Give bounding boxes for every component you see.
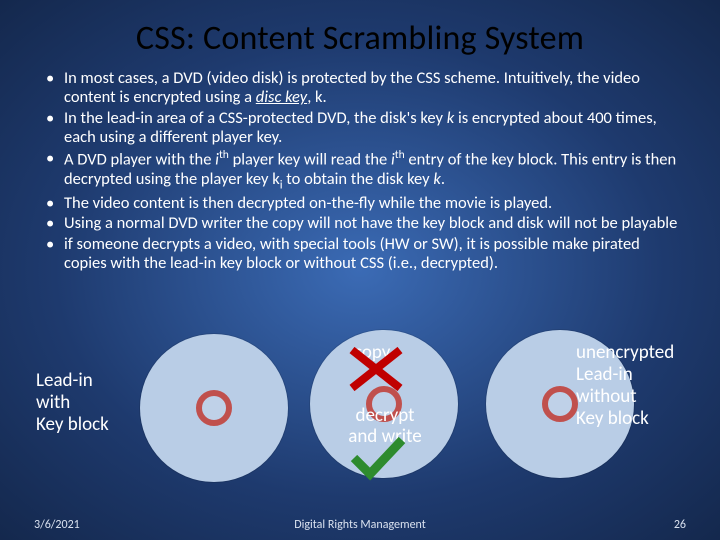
bullet-text: The video content is then decrypted on-t… — [64, 193, 552, 213]
label-leadin-with-keyblock: Lead-in with Key block — [36, 370, 146, 436]
disc-hub — [196, 390, 232, 426]
slide: CSS: Content Scrambling System In most c… — [0, 0, 720, 540]
list-item: In most cases, a DVD (video disk) is pro… — [40, 69, 680, 108]
footer-date: 3/6/2021 — [34, 518, 80, 532]
ordinal-th: th — [219, 148, 229, 162]
footer-title: Digital Rights Management — [294, 518, 426, 532]
label-line: Key block — [576, 407, 649, 430]
disc-hub — [542, 386, 578, 422]
bullet-text: to obtain the disk key — [283, 169, 434, 189]
cross-icon — [346, 344, 406, 394]
label-line: Key block — [36, 413, 109, 436]
footer-page-number: 26 — [674, 518, 686, 532]
label-line: with — [36, 391, 70, 414]
bullet-text: In the lead-in area of a CSS-protected D… — [64, 108, 447, 128]
list-item: In the lead-in area of a CSS-protected D… — [40, 109, 680, 148]
diagram: Lead-in with Key block unencrypted Lead-… — [0, 328, 720, 498]
disc-key-term: disc key — [256, 87, 307, 107]
label-line: Lead-in — [36, 369, 93, 392]
list-item: Using a normal DVD writer the copy will … — [40, 214, 680, 233]
list-item: The video content is then decrypted on-t… — [40, 194, 680, 213]
list-item: if someone decrypts a video, with specia… — [40, 235, 680, 274]
label-line: decrypt — [355, 404, 414, 427]
bullet-text: , k. — [307, 87, 327, 107]
label-unencrypted-leadin: unencrypted Lead-in without Key block — [576, 342, 716, 429]
slide-footer: 3/6/2021 Digital Rights Management 26 — [0, 518, 720, 532]
disc-source — [140, 334, 288, 482]
bullet-text: In most cases, a DVD (video disk) is pro… — [64, 68, 640, 107]
label-line: unencrypted — [576, 341, 674, 364]
bullet-list: In most cases, a DVD (video disk) is pro… — [34, 69, 686, 274]
list-item: A DVD player with the ith player key wil… — [40, 149, 680, 193]
bullet-text: A DVD player with the — [64, 149, 215, 169]
ordinal-th: th — [395, 148, 405, 162]
check-icon — [348, 434, 408, 482]
bullet-text: Using a normal DVD writer the copy will … — [64, 213, 677, 233]
variable-k: k — [433, 169, 441, 189]
bullet-text: . — [441, 169, 445, 189]
label-line: Lead-in — [576, 363, 633, 386]
bullet-text: player key will read the — [229, 149, 391, 169]
bullet-text: if someone decrypts a video, with specia… — [64, 234, 640, 273]
page-title: CSS: Content Scrambling System — [34, 18, 686, 59]
label-line: without — [576, 385, 637, 408]
